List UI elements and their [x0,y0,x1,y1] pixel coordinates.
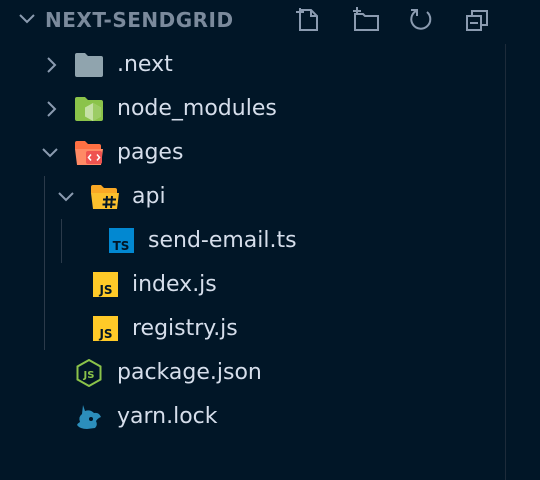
tree-item-label: node_modules [117,96,277,121]
tree-item-label: yarn.lock [117,404,218,429]
new-folder-icon [353,7,379,31]
explorer-section-title: NEXT-SENDGRID [45,8,234,32]
svg-text:JS: JS [83,370,95,381]
svg-text:JS: JS [98,283,112,297]
chevron-down-icon[interactable] [40,143,60,163]
explorer-border [505,44,506,480]
pages-folder-icon [74,139,104,167]
refresh-icon [410,9,432,30]
svg-text:TS: TS [113,239,130,253]
tree-item-registry-js[interactable]: JS registry.js [0,307,505,351]
tree-item-package-json[interactable]: JS package.json [0,351,505,395]
tree-item-label: pages [117,140,184,165]
tree-item-label: send-email.ts [148,228,297,253]
collapse-all-icon [466,10,488,31]
chevron-down-icon[interactable] [56,187,76,207]
folder-icon [74,51,104,79]
tree-item-label: index.js [132,272,217,297]
tree-item-pages[interactable]: pages [0,131,505,175]
tree-item-next[interactable]: .next [0,43,505,87]
chevron-right-icon[interactable] [42,99,62,119]
tree-item-send-email-ts[interactable]: TS send-email.ts [0,219,505,263]
tree-item-label: registry.js [132,316,238,341]
yarn-file-icon [74,403,104,431]
tree-item-yarn-lock[interactable]: yarn.lock [0,395,505,439]
typescript-file-icon: TS [108,227,138,255]
collapse-all-button[interactable] [463,4,493,34]
tree-item-index-js[interactable]: JS index.js [0,263,505,307]
tree-item-label: api [132,184,166,209]
file-explorer: NEXT-SENDGRID .next node_modules pages a… [0,0,540,480]
new-file-button[interactable] [294,4,324,34]
new-folder-button[interactable] [351,4,381,34]
chevron-down-icon[interactable] [17,9,37,29]
api-folder-icon [90,183,120,211]
tree-item-api[interactable]: api [0,175,505,219]
node-modules-folder-icon [74,95,104,123]
chevron-right-icon[interactable] [42,55,62,75]
javascript-file-icon: JS [92,315,122,343]
tree-item-label: .next [117,52,173,77]
svg-text:JS: JS [98,327,112,341]
javascript-file-icon: JS [92,271,122,299]
tree-item-node-modules[interactable]: node_modules [0,87,505,131]
new-file-icon [296,8,318,31]
tree-item-label: package.json [117,360,262,385]
explorer-section-header[interactable]: NEXT-SENDGRID [0,0,540,40]
node-json-file-icon: JS [74,358,104,388]
refresh-button[interactable] [406,4,436,34]
